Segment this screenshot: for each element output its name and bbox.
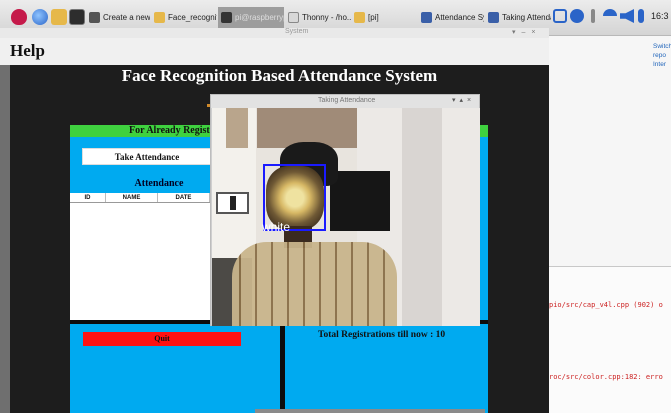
monitor [330, 171, 390, 231]
window-controls[interactable]: ▾▴× [452, 96, 475, 104]
thonny-icon [288, 12, 299, 23]
volume-icon[interactable] [620, 9, 634, 23]
console-error-line: pio/src/cap_v4l.cpp (902) o [549, 301, 663, 309]
update-icon[interactable] [570, 9, 584, 23]
task-thonny[interactable]: Thonny - /ho... [285, 7, 351, 28]
app-window-title: System [285, 28, 309, 35]
app-titlebar: System ▾–× [0, 28, 549, 38]
help-menu[interactable]: Help [10, 41, 45, 61]
window-icon [488, 12, 499, 23]
wifi-icon[interactable] [603, 9, 617, 23]
window-controls[interactable]: ▾–× [512, 28, 542, 36]
side-link[interactable]: Switch repo Inter [653, 42, 671, 69]
menubar [0, 38, 549, 65]
microphone-icon[interactable] [638, 9, 644, 23]
pillar [402, 108, 442, 326]
bluetooth-icon[interactable] [591, 9, 595, 23]
console-error-line: roc/src/color.cpp:182: erro [549, 373, 663, 381]
camera-titlebar[interactable]: Taking Attendance ▾▴× [211, 95, 479, 108]
terminal-icon [221, 12, 232, 23]
camera-feed: white [212, 108, 480, 326]
background-window [549, 36, 671, 266]
scrollbar[interactable] [255, 409, 485, 413]
column-header-id[interactable]: ID [70, 193, 106, 202]
browser-icon[interactable] [32, 9, 48, 25]
folder-icon [154, 12, 165, 23]
new-registration-heading [480, 125, 488, 137]
quit-button[interactable]: Quit [83, 332, 241, 346]
document-icon [89, 12, 100, 23]
folder-icon [354, 12, 365, 23]
terminal-icon[interactable] [69, 9, 85, 25]
vnc-icon[interactable] [553, 9, 567, 23]
column-header-name[interactable]: NAME [106, 193, 158, 202]
taking-attendance-window[interactable]: Taking Attendance ▾▴× white [210, 94, 480, 326]
page-title: Face Recognition Based Attendance System [121, 66, 438, 85]
window-edge [0, 65, 10, 413]
task-attendance-system[interactable]: Attendance Sy... [418, 7, 484, 28]
take-attendance-button[interactable]: Take Attendance [82, 148, 212, 165]
thumbnail [216, 192, 249, 214]
task-create-article[interactable]: Create a new ar... [86, 7, 150, 28]
camera-window-title: Taking Attendance [318, 97, 376, 104]
table-header-row: ID NAME DATE [70, 193, 210, 203]
clock[interactable]: 16:3 [651, 11, 669, 21]
column-header-date[interactable]: DATE [158, 193, 210, 202]
window-icon [421, 12, 432, 23]
task-terminal[interactable]: pi@raspberrypi... [218, 7, 284, 28]
task-taking-attendance[interactable]: Taking Attenda... [485, 7, 551, 28]
file-manager-icon[interactable] [51, 9, 67, 25]
checked-shirt [232, 242, 397, 326]
raspberry-menu-icon[interactable] [11, 9, 27, 25]
shelf [226, 108, 248, 148]
thumbnail-mark [230, 196, 236, 210]
recognized-name-label: white [262, 220, 291, 234]
task-pi-folder[interactable]: [pi] [351, 7, 411, 28]
total-registrations: Total Registrations till now : 10 [318, 330, 446, 340]
shell-output-panel [549, 266, 671, 413]
attendance-table[interactable]: ID NAME DATE [70, 193, 210, 320]
task-face-recognition-folder[interactable]: Face_recogniti... [151, 7, 217, 28]
